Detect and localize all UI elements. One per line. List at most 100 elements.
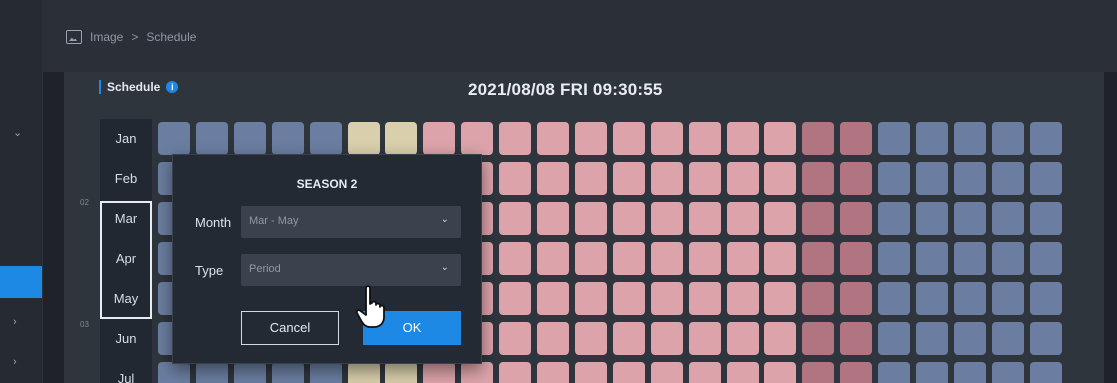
schedule-cell[interactable]	[954, 242, 986, 275]
schedule-cell[interactable]	[423, 362, 455, 383]
schedule-cell[interactable]	[840, 202, 872, 235]
schedule-cell[interactable]	[689, 242, 721, 275]
schedule-cell[interactable]	[878, 322, 910, 355]
schedule-cell[interactable]	[916, 242, 948, 275]
schedule-cell[interactable]	[878, 202, 910, 235]
schedule-cell[interactable]	[916, 162, 948, 195]
schedule-cell[interactable]	[613, 282, 645, 315]
schedule-cell[interactable]	[727, 202, 759, 235]
schedule-cell[interactable]	[802, 162, 834, 195]
schedule-cell[interactable]	[499, 242, 531, 275]
schedule-cell[interactable]	[575, 242, 607, 275]
schedule-cell[interactable]	[840, 162, 872, 195]
schedule-cell[interactable]	[916, 322, 948, 355]
schedule-cell[interactable]	[499, 322, 531, 355]
schedule-cell[interactable]	[196, 122, 228, 155]
schedule-cell[interactable]	[499, 202, 531, 235]
schedule-cell[interactable]	[158, 362, 190, 383]
schedule-cell[interactable]	[727, 362, 759, 383]
schedule-cell[interactable]	[878, 122, 910, 155]
schedule-cell[interactable]	[234, 122, 266, 155]
schedule-cell[interactable]	[916, 122, 948, 155]
schedule-cell[interactable]	[954, 202, 986, 235]
schedule-cell[interactable]	[764, 202, 796, 235]
schedule-cell[interactable]	[537, 202, 569, 235]
schedule-cell[interactable]	[537, 322, 569, 355]
schedule-cell[interactable]	[954, 122, 986, 155]
schedule-cell[interactable]	[575, 162, 607, 195]
schedule-cell[interactable]	[727, 162, 759, 195]
schedule-cell[interactable]	[1030, 242, 1062, 275]
schedule-cell[interactable]	[499, 282, 531, 315]
schedule-cell[interactable]	[1030, 122, 1062, 155]
schedule-cell[interactable]	[689, 162, 721, 195]
schedule-cell[interactable]	[613, 362, 645, 383]
schedule-cell[interactable]	[613, 202, 645, 235]
schedule-cell[interactable]	[1030, 322, 1062, 355]
schedule-cell[interactable]	[916, 282, 948, 315]
schedule-cell[interactable]	[272, 122, 304, 155]
schedule-cell[interactable]	[764, 282, 796, 315]
schedule-cell[interactable]	[954, 282, 986, 315]
cancel-button[interactable]: Cancel	[241, 311, 339, 345]
month-label-jan[interactable]: Jan	[100, 119, 152, 159]
month-label-jun[interactable]: Jun	[100, 319, 152, 359]
schedule-cell[interactable]	[1030, 162, 1062, 195]
schedule-cell[interactable]	[613, 242, 645, 275]
sidebar-active-item[interactable]	[0, 266, 42, 298]
schedule-cell[interactable]	[764, 242, 796, 275]
schedule-cell[interactable]	[1030, 202, 1062, 235]
type-select[interactable]: Period ⌄	[241, 254, 461, 286]
schedule-cell[interactable]	[764, 122, 796, 155]
breadcrumb-parent[interactable]: Image	[90, 30, 123, 44]
schedule-cell[interactable]	[537, 282, 569, 315]
schedule-cell[interactable]	[499, 362, 531, 383]
schedule-cell[interactable]	[840, 122, 872, 155]
schedule-cell[interactable]	[802, 322, 834, 355]
schedule-cell[interactable]	[651, 242, 683, 275]
schedule-cell[interactable]	[537, 362, 569, 383]
schedule-cell[interactable]	[802, 202, 834, 235]
schedule-cell[interactable]	[575, 202, 607, 235]
schedule-cell[interactable]	[1030, 282, 1062, 315]
schedule-cell[interactable]	[727, 242, 759, 275]
schedule-cell[interactable]	[272, 362, 304, 383]
schedule-cell[interactable]	[537, 122, 569, 155]
schedule-cell[interactable]	[992, 202, 1024, 235]
schedule-cell[interactable]	[954, 162, 986, 195]
chevron-right-icon[interactable]: ›	[13, 356, 17, 368]
schedule-cell[interactable]	[992, 242, 1024, 275]
schedule-cell[interactable]	[878, 242, 910, 275]
schedule-cell[interactable]	[802, 362, 834, 383]
month-label-jul[interactable]: Jul	[100, 359, 152, 383]
schedule-cell[interactable]	[310, 122, 342, 155]
schedule-cell[interactable]	[613, 322, 645, 355]
schedule-cell[interactable]	[196, 362, 228, 383]
chevron-down-icon[interactable]: ⌄	[13, 126, 22, 139]
schedule-cell[interactable]	[537, 162, 569, 195]
schedule-cell[interactable]	[575, 122, 607, 155]
schedule-cell[interactable]	[575, 282, 607, 315]
schedule-cell[interactable]	[385, 362, 417, 383]
schedule-cell[interactable]	[764, 322, 796, 355]
info-icon[interactable]: i	[166, 81, 179, 93]
schedule-cell[interactable]	[651, 362, 683, 383]
schedule-cell[interactable]	[499, 162, 531, 195]
schedule-cell[interactable]	[878, 162, 910, 195]
schedule-cell[interactable]	[689, 202, 721, 235]
schedule-cell[interactable]	[992, 322, 1024, 355]
schedule-cell[interactable]	[461, 362, 493, 383]
schedule-cell[interactable]	[689, 122, 721, 155]
schedule-cell[interactable]	[954, 362, 986, 383]
schedule-cell[interactable]	[916, 202, 948, 235]
schedule-cell[interactable]	[764, 162, 796, 195]
schedule-cell[interactable]	[916, 362, 948, 383]
schedule-cell[interactable]	[651, 202, 683, 235]
chevron-right-icon[interactable]: ›	[13, 316, 17, 328]
schedule-cell[interactable]	[348, 122, 380, 155]
schedule-cell[interactable]	[651, 322, 683, 355]
schedule-cell[interactable]	[348, 362, 380, 383]
schedule-cell[interactable]	[727, 122, 759, 155]
schedule-cell[interactable]	[764, 362, 796, 383]
schedule-cell[interactable]	[802, 122, 834, 155]
